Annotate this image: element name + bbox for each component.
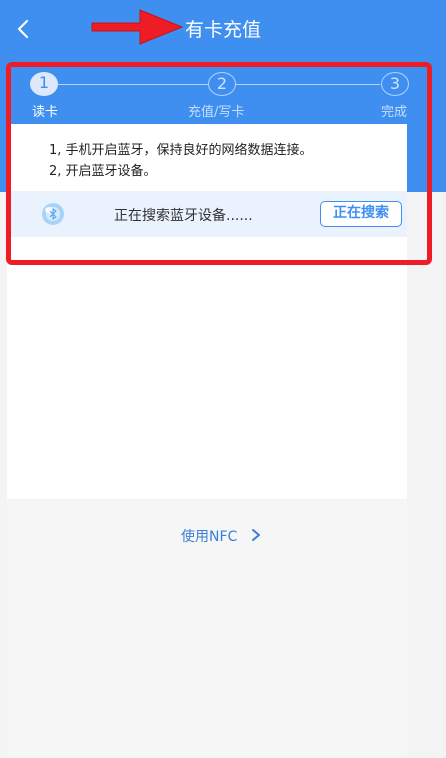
use-nfc-link[interactable]: 使用NFC bbox=[181, 526, 237, 546]
step-1-circle: 1 bbox=[30, 72, 58, 96]
step-connector bbox=[236, 84, 380, 85]
instruction-2: 2, 开启蓝牙设备。 bbox=[49, 164, 157, 179]
searching-status-text: 正在搜索蓝牙设备...... bbox=[114, 208, 253, 224]
step-3-label: 完成 bbox=[381, 105, 408, 120]
step-3-circle: 3 bbox=[381, 72, 409, 96]
page-title: 有卡充值 bbox=[184, 19, 261, 41]
chevron-right-icon[interactable] bbox=[251, 528, 261, 542]
searching-button[interactable]: 正在搜索 bbox=[320, 201, 402, 227]
bluetooth-icon bbox=[42, 203, 64, 225]
main-card bbox=[7, 124, 407, 499]
step-1-label: 读卡 bbox=[32, 105, 59, 120]
instruction-1: 1, 手机开启蓝牙，保持良好的网络数据连接。 bbox=[49, 143, 313, 158]
step-2-label: 充值/写卡 bbox=[188, 105, 245, 120]
step-2-circle: 2 bbox=[208, 72, 236, 96]
step-connector bbox=[58, 84, 208, 85]
